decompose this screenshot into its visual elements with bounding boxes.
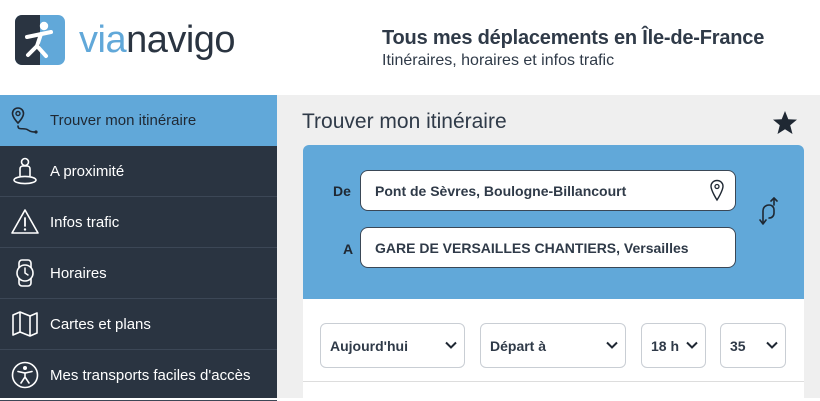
from-field[interactable]: Pont de Sèvres, Boulogne-Billancourt <box>360 170 736 211</box>
sidebar-item-label: A proximité <box>50 162 125 180</box>
minute-select-value: 35 <box>730 337 746 354</box>
sidebar-item-itineraire[interactable]: Trouver mon itinéraire <box>0 95 277 146</box>
sidebar-item-label: Mes transports faciles d'accès <box>50 366 251 384</box>
sidebar-item-label: Infos trafic <box>50 213 120 231</box>
to-value: GARE DE VERSAILLES CHANTIERS, Versailles <box>375 239 689 256</box>
main-content: Trouver mon itinéraire De Pont de Sèvres… <box>277 95 820 398</box>
page-title: Trouver mon itinéraire <box>302 110 507 133</box>
sidebar-item-infos-trafic[interactable]: Infos trafic <box>0 197 277 248</box>
chevron-down-icon <box>766 341 778 349</box>
warning-icon <box>11 209 39 234</box>
date-select[interactable]: Aujourd'hui <box>320 323 465 368</box>
sidebar-item-horaires[interactable]: Horaires <box>0 248 277 299</box>
from-value: Pont de Sèvres, Boulogne-Billancourt <box>375 182 627 199</box>
sidebar-item-a-proximite[interactable]: A proximité <box>0 146 277 197</box>
chevron-down-icon <box>606 341 618 349</box>
brand-via: via <box>79 19 127 61</box>
sidebar: Trouver mon itinéraire A proximité Infos… <box>0 95 277 401</box>
hour-select[interactable]: 18 h <box>641 323 706 368</box>
header: vianavigo Tous mes déplacements en Île-d… <box>0 0 820 95</box>
accessibility-icon <box>11 361 39 389</box>
location-pin-icon[interactable] <box>709 179 725 203</box>
watch-icon <box>16 259 34 287</box>
mode-select-value: Départ à <box>490 337 547 354</box>
chevron-down-icon <box>686 341 698 349</box>
logo-icon[interactable] <box>15 15 65 65</box>
tagline: Tous mes déplacements en Île-de-France I… <box>382 26 764 71</box>
brand-navigo: navigo <box>126 19 236 61</box>
to-label: A <box>343 241 354 257</box>
chevron-down-icon <box>445 341 457 349</box>
date-select-value: Aujourd'hui <box>330 337 408 354</box>
sidebar-item-cartes[interactable]: Cartes et plans <box>0 299 277 350</box>
sidebar-item-label: Horaires <box>50 264 107 282</box>
sidebar-item-accessibilite[interactable]: Mes transports faciles d'accès <box>0 350 277 401</box>
map-icon <box>12 311 38 337</box>
brand-logo-text[interactable]: vianavigo <box>79 18 236 62</box>
tagline-subtitle: Itinéraires, horaires et infos trafic <box>382 52 615 69</box>
tagline-title: Tous mes déplacements en Île-de-France <box>382 27 765 49</box>
minute-select[interactable]: 35 <box>720 323 786 368</box>
search-panel: De Pont de Sèvres, Boulogne-Billancourt … <box>303 145 804 299</box>
hour-select-value: 18 h <box>651 337 680 354</box>
route-pin-icon <box>11 107 38 134</box>
nearby-person-icon <box>13 157 37 185</box>
options-panel: Aujourd'hui Départ à 18 h 35 <box>303 299 804 398</box>
divider <box>303 381 804 382</box>
sidebar-item-label: Cartes et plans <box>50 315 151 333</box>
mode-select[interactable]: Départ à <box>480 323 626 368</box>
swap-icon[interactable] <box>756 197 780 227</box>
to-field[interactable]: GARE DE VERSAILLES CHANTIERS, Versailles <box>360 227 736 268</box>
favorite-star-icon[interactable] <box>771 110 799 136</box>
from-label: De <box>333 183 351 199</box>
sidebar-item-label: Trouver mon itinéraire <box>50 112 197 129</box>
